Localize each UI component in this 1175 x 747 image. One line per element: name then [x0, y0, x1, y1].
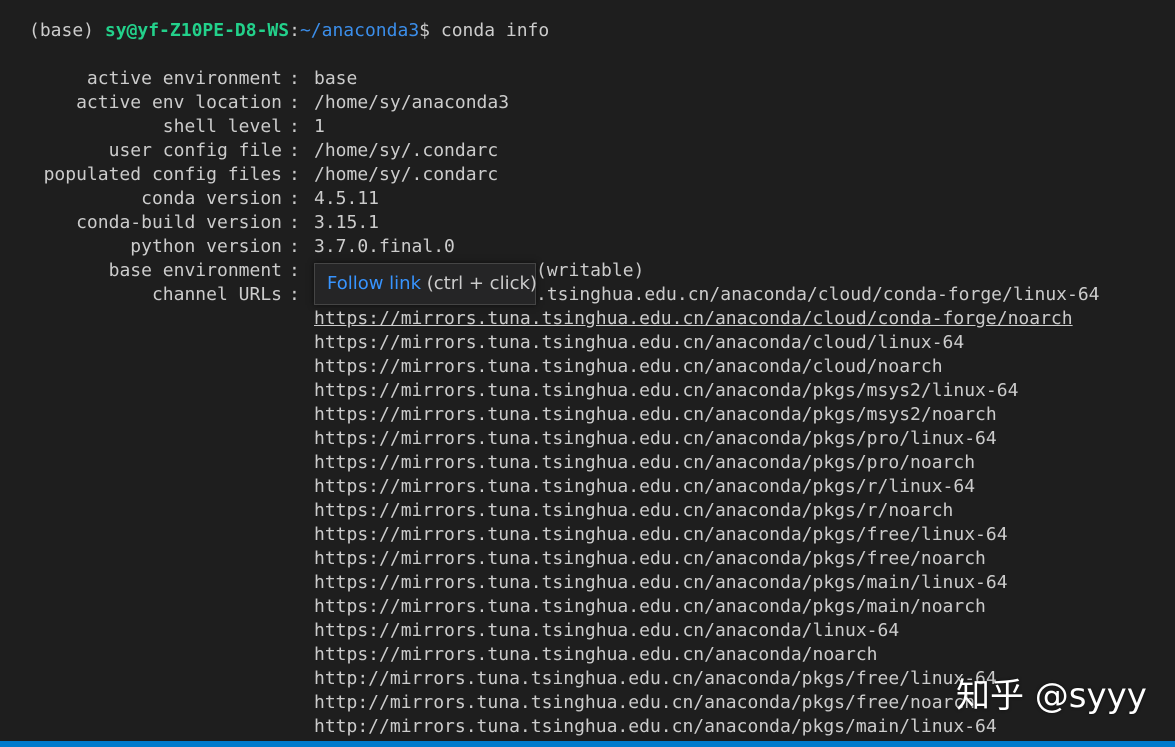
prompt-symbol: $ — [419, 20, 431, 41]
channel-url[interactable]: https://mirrors.tuna.tsinghua.edu.cn/ana… — [314, 547, 986, 571]
info-key: python version — [130, 236, 282, 257]
info-separator: : — [289, 140, 300, 161]
channel-url[interactable]: https://mirrors.tuna.tsinghua.edu.cn/ana… — [314, 523, 1008, 547]
info-key: conda version — [141, 188, 282, 209]
info-key: channel URLs — [151, 284, 282, 305]
channel-url[interactable]: https://mirrors.tuna.tsinghua.edu.cn/ana… — [314, 427, 997, 451]
channel-url[interactable]: https://mirrors.tuna.tsinghua.edu.cn/ana… — [314, 379, 1018, 403]
channel-url[interactable]: https://mirrors.tuna.tsinghua.edu.cn/ana… — [314, 355, 943, 379]
info-value: .tsinghua.edu.cn/anaconda/cloud/conda-fo… — [536, 284, 1100, 305]
info-separator: : — [289, 68, 300, 89]
info-value: /home/sy/anaconda3 — [314, 92, 510, 113]
channel-url[interactable]: https://mirrors.tuna.tsinghua.edu.cn/ana… — [314, 403, 997, 427]
info-key: populated config files — [43, 164, 282, 185]
info-row: active environment: base — [0, 67, 1175, 91]
channel-url[interactable]: https://mirrors.tuna.tsinghua.edu.cn/ana… — [314, 643, 878, 667]
info-separator: : — [289, 188, 300, 209]
info-key: active environment — [86, 68, 282, 89]
info-value: /home/sy/.condarc — [314, 164, 499, 185]
info-value: 3.15.1 — [314, 212, 380, 233]
info-separator: : — [289, 92, 300, 113]
info-separator: : — [289, 284, 300, 305]
info-row: active env location: /home/sy/anaconda3 — [0, 91, 1175, 115]
info-row: python version:3.7.0.final.0 — [0, 235, 1175, 259]
info-separator: : — [289, 236, 300, 257]
follow-link[interactable]: Follow link — [327, 273, 421, 294]
info-separator: : — [289, 212, 300, 233]
current-path: ~/anaconda3 — [299, 20, 420, 41]
channel-url[interactable]: https://mirrors.tuna.tsinghua.edu.cn/ana… — [314, 331, 964, 355]
info-key: base environment — [108, 260, 282, 281]
info-key: user config file — [108, 140, 282, 161]
channel-url[interactable]: http://mirrors.tuna.tsinghua.edu.cn/anac… — [314, 715, 997, 739]
prompt-colon: : — [289, 20, 300, 41]
info-separator: : — [289, 116, 300, 137]
info-key: active env location — [76, 92, 282, 113]
info-value: 4.5.11 — [314, 188, 380, 209]
info-value: 3.7.0.final.0 — [314, 236, 455, 257]
channel-url[interactable]: https://mirrors.tuna.tsinghua.edu.cn/ana… — [314, 619, 899, 643]
info-key: shell level — [162, 116, 282, 137]
info-row: shell level:1 — [0, 115, 1175, 139]
channel-url[interactable]: https://mirrors.tuna.tsinghua.edu.cn/ana… — [314, 571, 1008, 595]
info-row: channel URLs: .tsinghua.edu.cn/anaconda/c… — [0, 283, 1175, 307]
prompt-line: (base) sy@yf-Z10PE-D8-WS:~/anaconda3$ co… — [29, 19, 549, 43]
command-text: conda info — [440, 20, 550, 41]
conda-env-indicator: (base) — [29, 20, 95, 41]
channel-url[interactable]: https://mirrors.tuna.tsinghua.edu.cn/ana… — [314, 499, 953, 523]
channel-url[interactable]: https://mirrors.tuna.tsinghua.edu.cn/ana… — [314, 595, 986, 619]
info-value: /home/sy/.condarc — [314, 140, 499, 161]
follow-link-tooltip[interactable]: Follow link (ctrl + click) — [314, 263, 537, 305]
channel-url[interactable]: http://mirrors.tuna.tsinghua.edu.cn/anac… — [314, 667, 997, 691]
info-value: base — [314, 68, 358, 89]
channel-url[interactable]: https://mirrors.tuna.tsinghua.edu.cn/ana… — [314, 307, 1073, 331]
channel-url[interactable]: http://mirrors.tuna.tsinghua.edu.cn/anac… — [314, 691, 975, 715]
info-value: (writable) — [536, 260, 645, 281]
channel-url[interactable]: https://mirrors.tuna.tsinghua.edu.cn/ana… — [314, 451, 975, 475]
watermark: 知乎 @syyy — [956, 676, 1147, 716]
info-separator: : — [289, 260, 300, 281]
info-value: 1 — [314, 116, 325, 137]
info-key: conda-build version — [76, 212, 282, 233]
info-row: populated config files: /home/sy/.condarc — [0, 163, 1175, 187]
user-host: sy@yf-Z10PE-D8-WS — [104, 20, 290, 41]
info-separator: : — [289, 164, 300, 185]
status-bar — [0, 741, 1175, 747]
info-row: conda version:4.5.11 — [0, 187, 1175, 211]
info-row: base environment: (writable) — [0, 259, 1175, 283]
info-row: user config file: /home/sy/.condarc — [0, 139, 1175, 163]
info-row: conda-build version:3.15.1 — [0, 211, 1175, 235]
terminal-panel[interactable]: (base) sy@yf-Z10PE-D8-WS:~/anaconda3$ co… — [0, 0, 1175, 741]
follow-link-hint: (ctrl + click) — [426, 273, 537, 294]
channel-url[interactable]: https://mirrors.tuna.tsinghua.edu.cn/ana… — [314, 475, 975, 499]
